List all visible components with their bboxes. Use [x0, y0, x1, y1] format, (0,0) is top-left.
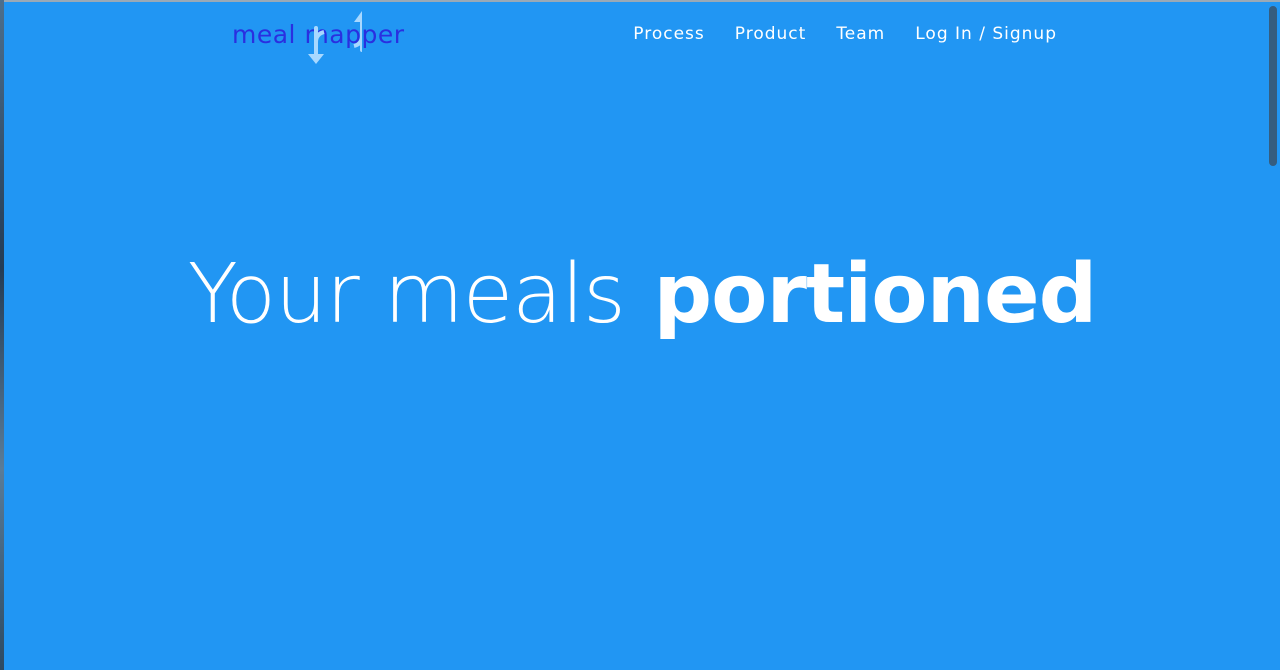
scrollbar-thumb[interactable]: [1269, 6, 1277, 166]
nav-link-process[interactable]: Process: [618, 24, 720, 44]
page: meal mapper Process Product Team Log In …: [4, 2, 1280, 670]
navbar: meal mapper Process Product Team Log In …: [4, 2, 1280, 68]
hero-title: Your meals portioned: [4, 240, 1280, 350]
nav-links: Process Product Team Log In / Signup: [618, 24, 1072, 44]
scrollbar[interactable]: [1266, 2, 1280, 670]
nav-link-product[interactable]: Product: [720, 24, 822, 44]
hero-title-light: Your meals: [187, 247, 626, 342]
brand-logo[interactable]: meal mapper: [230, 6, 440, 66]
nav-link-team[interactable]: Team: [821, 24, 900, 44]
hero-title-bold: portioned: [653, 247, 1097, 342]
up-down-arrows-icon: [308, 11, 362, 64]
nav-link-login-signup[interactable]: Log In / Signup: [900, 24, 1072, 44]
